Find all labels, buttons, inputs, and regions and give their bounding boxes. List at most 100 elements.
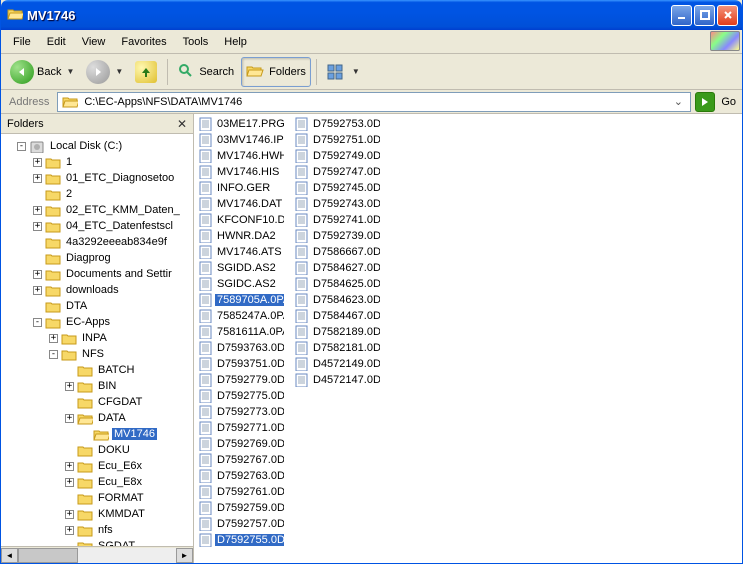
collapse-icon[interactable]: - — [17, 142, 26, 151]
tree-item[interactable]: CFGDAT — [1, 394, 193, 410]
tree-item[interactable]: BATCH — [1, 362, 193, 378]
close-icon[interactable]: ✕ — [177, 117, 187, 131]
expand-icon[interactable]: + — [65, 526, 74, 535]
tree-item[interactable]: +Ecu_E6x — [1, 458, 193, 474]
horizontal-scrollbar[interactable]: ◄ ► — [1, 546, 193, 563]
file-item[interactable]: 7581611A.0PA — [198, 324, 284, 340]
file-item[interactable]: D4572147.0DA — [294, 372, 380, 388]
file-item[interactable]: 7589705A.0PA — [198, 292, 284, 308]
file-item[interactable]: D7584623.0DA — [294, 292, 380, 308]
file-item[interactable]: SGIDD.AS2 — [198, 260, 284, 276]
scroll-thumb[interactable] — [18, 548, 78, 563]
menu-help[interactable]: Help — [216, 33, 255, 51]
file-item[interactable]: D7592755.0DA — [198, 532, 284, 548]
search-button[interactable]: Search — [173, 57, 239, 87]
file-item[interactable]: 03MV1746.IPO — [198, 132, 284, 148]
file-item[interactable]: MV1746.DAT — [198, 196, 284, 212]
address-field[interactable]: ⌄ — [57, 92, 691, 112]
tree-item[interactable]: +01_ETC_Diagnosetoo — [1, 170, 193, 186]
chevron-down-icon[interactable]: ▼ — [66, 67, 74, 76]
file-item[interactable]: D7592763.0DA — [198, 468, 284, 484]
tree-item[interactable]: +02_ETC_KMM_Daten_ — [1, 202, 193, 218]
address-input[interactable] — [82, 95, 666, 109]
expand-icon[interactable]: + — [65, 414, 74, 423]
chevron-down-icon[interactable]: ⌄ — [670, 95, 686, 108]
file-item[interactable]: D7592761.0DA — [198, 484, 284, 500]
menu-file[interactable]: File — [5, 33, 39, 51]
file-item[interactable]: D7593763.0DA — [198, 340, 284, 356]
tree-item[interactable]: +DATA — [1, 410, 193, 426]
go-button[interactable] — [695, 92, 715, 112]
file-item[interactable]: MV1746.ATS — [198, 244, 284, 260]
tree-item[interactable]: +INPA — [1, 330, 193, 346]
views-button[interactable]: ▼ — [322, 57, 365, 87]
file-item[interactable]: D7592749.0DA — [294, 148, 380, 164]
expand-icon[interactable]: + — [65, 510, 74, 519]
chevron-down-icon[interactable]: ▼ — [115, 67, 123, 76]
maximize-button[interactable] — [694, 5, 715, 26]
tree-item[interactable]: +Ecu_E8x — [1, 474, 193, 490]
menu-view[interactable]: View — [74, 33, 114, 51]
back-button[interactable]: Back ▼ — [5, 57, 79, 87]
file-listing[interactable]: 03ME17.PRG03MV1746.IPOMV1746.HWHMV1746.H… — [194, 114, 742, 563]
expand-icon[interactable]: + — [65, 462, 74, 471]
menu-favorites[interactable]: Favorites — [113, 33, 174, 51]
tree-item[interactable]: -EC-Apps — [1, 314, 193, 330]
expand-icon[interactable]: + — [65, 382, 74, 391]
tree-item[interactable]: +KMMDAT — [1, 506, 193, 522]
file-item[interactable]: D7582189.0DA — [294, 324, 380, 340]
file-item[interactable]: D7584627.0DA — [294, 260, 380, 276]
tree-item[interactable]: 2 — [1, 186, 193, 202]
tree-item[interactable]: 4a3292eeeab834e9f — [1, 234, 193, 250]
file-item[interactable]: D7592753.0DA — [294, 116, 380, 132]
tree-item[interactable]: MV1746 — [1, 426, 193, 442]
menu-edit[interactable]: Edit — [39, 33, 74, 51]
tree-item[interactable]: +1 — [1, 154, 193, 170]
file-item[interactable]: D7593751.0DA — [198, 356, 284, 372]
tree-item[interactable]: DTA — [1, 298, 193, 314]
file-item[interactable]: D7582181.0DA — [294, 340, 380, 356]
file-item[interactable]: D7592779.0DA — [198, 372, 284, 388]
chevron-down-icon[interactable]: ▼ — [352, 67, 360, 76]
file-item[interactable]: D7592773.0DA — [198, 404, 284, 420]
tree-item[interactable]: DOKU — [1, 442, 193, 458]
tree-item[interactable]: -Local Disk (C:) — [1, 138, 193, 154]
tree-item[interactable]: SGDAT — [1, 538, 193, 546]
scroll-left-button[interactable]: ◄ — [1, 548, 18, 563]
expand-icon[interactable]: + — [65, 478, 74, 487]
expand-icon[interactable]: + — [33, 222, 42, 231]
folders-button[interactable]: Folders — [241, 57, 311, 87]
expand-icon[interactable]: + — [33, 206, 42, 215]
file-item[interactable]: 7585247A.0PA — [198, 308, 284, 324]
file-item[interactable]: D4572149.0DA — [294, 356, 380, 372]
tree-item[interactable]: Diagprog — [1, 250, 193, 266]
tree-item[interactable]: +downloads — [1, 282, 193, 298]
tree-item[interactable]: +BIN — [1, 378, 193, 394]
tree-item[interactable]: FORMAT — [1, 490, 193, 506]
file-item[interactable]: D7592751.0DA — [294, 132, 380, 148]
file-item[interactable]: INFO.GER — [198, 180, 284, 196]
expand-icon[interactable]: + — [33, 174, 42, 183]
close-button[interactable] — [717, 5, 738, 26]
expand-icon[interactable]: + — [33, 158, 42, 167]
file-item[interactable]: MV1746.HIS — [198, 164, 284, 180]
file-item[interactable]: D7592775.0DA — [198, 388, 284, 404]
expand-icon[interactable]: + — [49, 334, 58, 343]
file-item[interactable]: D7586667.0DA — [294, 244, 380, 260]
up-button[interactable] — [130, 57, 162, 87]
titlebar[interactable]: MV1746 — [1, 0, 742, 30]
file-item[interactable]: D7584467.0DA — [294, 308, 380, 324]
file-item[interactable]: D7592771.0DA — [198, 420, 284, 436]
file-item[interactable]: SGIDC.AS2 — [198, 276, 284, 292]
collapse-icon[interactable]: - — [49, 350, 58, 359]
collapse-icon[interactable]: - — [33, 318, 42, 327]
file-item[interactable]: D7592745.0DA — [294, 180, 380, 196]
file-item[interactable]: D7592759.0DA — [198, 500, 284, 516]
scroll-track[interactable] — [18, 548, 176, 563]
tree-item[interactable]: +nfs — [1, 522, 193, 538]
forward-button[interactable]: ▼ — [81, 57, 128, 87]
menu-tools[interactable]: Tools — [175, 33, 217, 51]
minimize-button[interactable] — [671, 5, 692, 26]
file-item[interactable]: D7592769.0DA — [198, 436, 284, 452]
file-item[interactable]: D7584625.0DA — [294, 276, 380, 292]
